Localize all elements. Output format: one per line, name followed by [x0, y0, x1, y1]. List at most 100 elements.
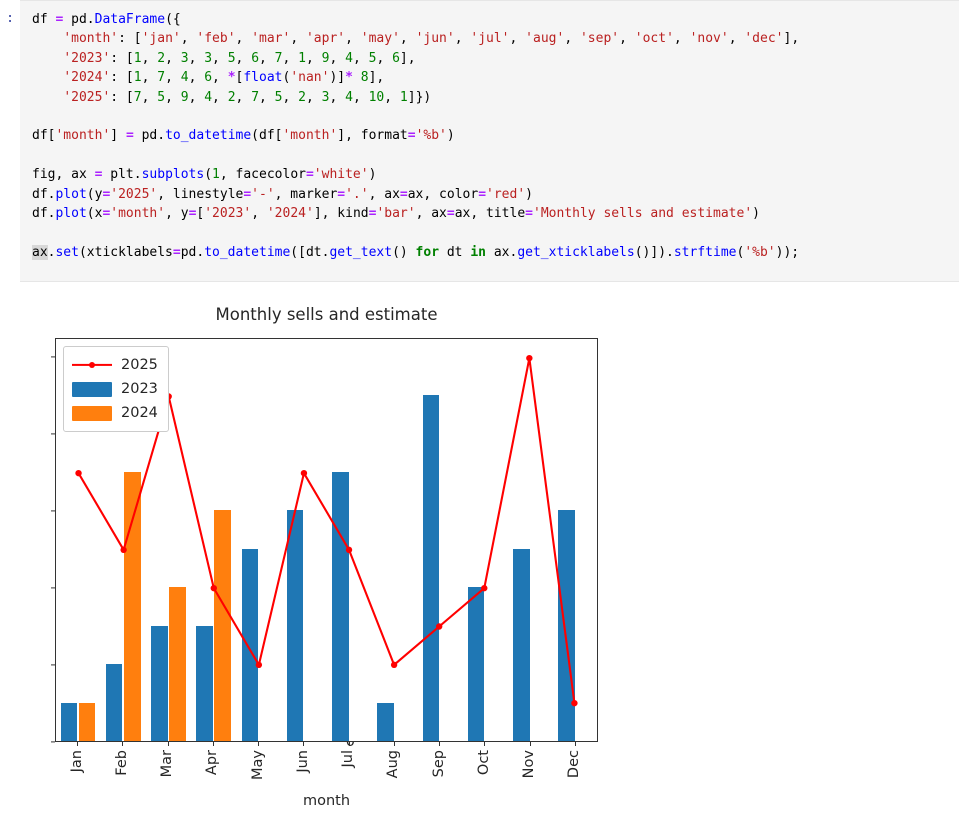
code-token: 5: [227, 50, 236, 66]
code-token: 10: [368, 89, 385, 105]
code-token: 'oct': [634, 31, 674, 47]
code-token: 'dec': [744, 31, 784, 47]
code-token: subplots: [141, 167, 205, 183]
code-token: ,: [165, 70, 181, 86]
code-token: ,: [212, 89, 228, 105]
code-token: 5: [157, 89, 166, 105]
code-token: 9: [180, 89, 189, 105]
code-token: 8: [360, 70, 369, 86]
code-token: ,: [352, 50, 369, 66]
code-token: 6: [204, 70, 213, 86]
code-token: 5: [274, 89, 283, 105]
code-token: df.: [32, 206, 56, 222]
code-token: 'sep': [579, 31, 620, 47]
legend-item-2024[interactable]: 2024: [72, 401, 158, 425]
code-token: get_xticklabels: [517, 244, 635, 260]
code-token: 'white': [313, 167, 369, 183]
code-token: '.': [345, 186, 369, 202]
code-token: ,: [235, 31, 252, 47]
x-tick-mark: [303, 742, 305, 746]
code-token: =: [337, 186, 346, 202]
x-tick-mark: [393, 742, 395, 746]
code-token: 'month': [63, 31, 119, 47]
code-token: (y: [86, 186, 103, 202]
code-token: 1: [133, 70, 142, 86]
x-tick-label: Oct: [475, 750, 492, 776]
code-token: 'may': [360, 31, 400, 47]
data-point-2025-Oct: [481, 584, 488, 592]
code-token: 'aug': [525, 31, 565, 47]
code-token: )]: [329, 70, 346, 86]
code-token: 6: [392, 50, 400, 66]
code-token: ,: [509, 31, 526, 47]
legend-item-2025[interactable]: 2025: [72, 353, 158, 377]
code-token: '-': [251, 186, 275, 202]
code-token: 2: [227, 89, 236, 105]
code-token: plt.: [102, 167, 142, 183]
code-token: ,: [235, 50, 252, 66]
code-token: '%b': [744, 244, 776, 260]
code-token: 4: [204, 89, 213, 105]
x-tick-label: Jul: [340, 750, 357, 768]
code-token: =: [399, 186, 408, 202]
data-point-2025-Jun: [300, 469, 308, 477]
code-token: ,: [728, 31, 745, 47]
code-token: ,: [141, 50, 158, 66]
code-token: ,: [384, 89, 400, 105]
chart-legend: 2025 2023 2024: [63, 346, 169, 432]
code-token: =: [525, 206, 533, 222]
code-token: strftime: [673, 244, 737, 260]
source-code[interactable]: df = pd.DataFrame({ 'month': ['jan', 'fe…: [32, 10, 959, 262]
code-token: ,: [376, 50, 393, 66]
code-token: ([dt.: [290, 244, 330, 260]
code-token: df: [32, 12, 56, 27]
code-token: 'month': [55, 128, 111, 144]
code-token: ,: [619, 31, 635, 47]
code-token: 4: [345, 50, 353, 66]
code-token: ): [525, 186, 533, 202]
code-token: =: [407, 128, 416, 144]
code-token: ],: [368, 70, 385, 86]
x-tick-label: Aug: [385, 750, 402, 779]
code-token: (xticklabels: [78, 244, 173, 260]
data-point-2025-Nov: [526, 354, 533, 362]
code-token: : [: [110, 70, 134, 86]
code-token: ,: [259, 50, 275, 66]
x-tick-mark: [529, 742, 531, 746]
code-token: ,: [282, 50, 299, 66]
code-token: =: [305, 167, 314, 183]
x-tick-label: Jun: [294, 750, 311, 773]
code-editor[interactable]: df = pd.DataFrame({ 'month': ['jan', 'fe…: [20, 0, 959, 282]
code-token: df.: [32, 186, 56, 202]
code-token: 'jul': [470, 31, 510, 47]
x-tick-label: Dec: [566, 750, 583, 779]
legend-label-2023: 2023: [121, 380, 158, 397]
code-token: ,: [564, 31, 580, 47]
data-point-2025-Aug: [390, 661, 398, 669]
code-token: '2025': [110, 186, 158, 202]
code-token: DataFrame: [94, 12, 166, 27]
code-token: 'nan': [290, 70, 330, 86]
code-token: 1: [298, 50, 306, 66]
code-token: '2023': [204, 206, 252, 222]
code-token: df[: [32, 128, 56, 144]
code-token: get_text: [329, 244, 393, 260]
code-token: , marker: [274, 186, 338, 202]
code-token: ,: [454, 31, 471, 47]
legend-item-2023[interactable]: 2023: [72, 377, 158, 401]
data-point-2025-Dec: [571, 699, 578, 707]
data-point-2025-May: [255, 661, 263, 669]
code-token: pd.: [180, 244, 205, 260]
code-token: ,: [305, 50, 322, 66]
code-token: ax: [32, 244, 48, 260]
code-token: 'Monthly sells and estimate': [533, 206, 753, 222]
code-token: ));: [775, 244, 800, 260]
code-token: ): [752, 206, 760, 222]
code-token: , linestyle: [157, 186, 244, 202]
code-token: ],: [399, 50, 416, 66]
code-token: ], format: [337, 128, 408, 144]
code-token: =: [446, 206, 455, 222]
code-token: pd.: [63, 12, 95, 27]
